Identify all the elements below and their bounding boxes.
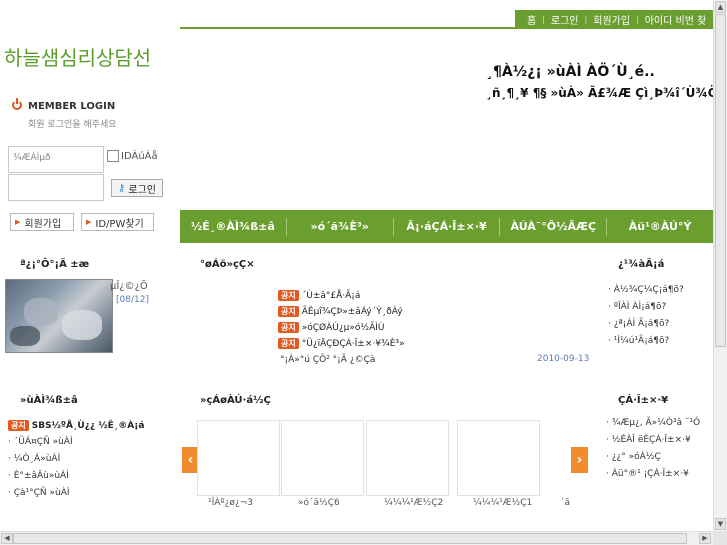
notice-section-title[interactable]: °øÁö»çÇ× [200, 259, 255, 270]
photo-detail [62, 310, 102, 340]
counsel-section-title[interactable]: »ùÀÌ¾ß±â [20, 395, 78, 406]
vertical-scroll-thumb[interactable] [715, 14, 726, 347]
arrow-right-icon: ▶ [15, 218, 21, 226]
top-utility-nav: 홈 | 로그인 | 회원가입 | 아이디 비번 찾 [515, 10, 719, 29]
save-id-checkbox[interactable]: IDÀúÀå [107, 150, 158, 162]
program-section-title[interactable]: ÇÁ·Î±×·¥ [618, 395, 668, 406]
program-item[interactable]: · Àü°®¹ ¡ÇÁ·Î±×·¥ [606, 469, 689, 479]
program-item[interactable]: · ¾Æµ¿, Ã»¼Ò³â ¨¹Ó [606, 418, 700, 428]
scroll-left-icon[interactable]: ◀ [1, 533, 13, 544]
arrow-right-icon: ▶ [86, 218, 92, 226]
member-login-title: MEMBER LOGIN [28, 101, 116, 112]
qna-section-title[interactable]: ¿¹¾àÃ¡á [618, 259, 664, 270]
gallery-label[interactable]: »ó´ã½Ç6 [298, 498, 340, 508]
find-id-pw-label: ID/PW찾기 [95, 218, 144, 230]
join-button[interactable]: ▶ 회원가입 [10, 213, 74, 231]
counsel-title[interactable]: SBS½ºÅ¸Ù¿¿ ½Ê¸®À¡á [32, 421, 145, 431]
find-id-pw-button[interactable]: ▶ ID/PW찾기 [81, 213, 154, 231]
key-icon: ⚷ [118, 182, 126, 194]
gallery-thumbnail[interactable] [457, 420, 540, 496]
notice-badge: 공지 [278, 290, 299, 301]
gallery-next-button[interactable]: › [571, 447, 588, 473]
member-login-subtitle: 회원 로그인을 해주세요 [28, 120, 117, 130]
nav-home-link[interactable]: 홈 [521, 12, 542, 27]
gallery-label[interactable]: ¼¼¼¹Æ½Ç2 [384, 498, 443, 508]
notice-extra-item[interactable]: °¡À»°ú ÇÔ² °¡Ã ¿©Çà [280, 355, 375, 365]
counsel-item[interactable]: · ¼Ò¸Á»ùÀÌ [8, 454, 60, 464]
notice-row[interactable]: 공지 °Ü¿ïÄÇÐÇÁ·Î±×·¥¾È³» [278, 338, 405, 349]
gallery-thumbnail[interactable] [281, 420, 364, 496]
headline-line-2: ¸ñ¸¶¸¥ ¶§ »ùÀ» Ã£¾Æ Çì¸Þ¾î´Ù¾Ö¾Æµµ [486, 86, 727, 100]
nav-login-link[interactable]: 로그인 [545, 12, 585, 27]
notice-badge: 공지 [278, 306, 299, 317]
scrollbar-corner [713, 531, 727, 545]
photo-caption[interactable]: µÎ¿©¿Õ [110, 281, 148, 292]
notice-row[interactable]: 공지 ´Ù±â°£Å·Ã¡á [278, 290, 360, 301]
counsel-row[interactable]: 공지 SBS½ºÅ¸Ù¿¿ ½Ê¸®À¡á [8, 420, 144, 431]
notice-row[interactable]: 공지 »óÇØÀÚ¿µ»ó½ÃÌÙ [278, 322, 385, 333]
nav-find-account-link[interactable]: 아이디 비번 찾 [639, 12, 713, 27]
gallery-label[interactable]: ´ã [560, 498, 570, 508]
horizontal-scrollbar[interactable]: ◀ ▶ [0, 531, 713, 545]
counsel-item[interactable]: · Çà¹°ÇÑ »ùÀÌ [8, 488, 70, 498]
join-button-label: 회원가입 [24, 218, 62, 230]
photo-detail [10, 326, 40, 346]
gallery-label[interactable]: ¹ÎÀº¿ø¿¬3 [208, 498, 253, 508]
site-title[interactable]: 하늘샘심리상담선 [4, 42, 151, 71]
photo-date: [08/12] [116, 295, 149, 305]
login-button-label: 로그인 [128, 184, 156, 196]
notice-date: 2010-09-13 [537, 354, 590, 364]
main-menu-bar: ½É¸®ÀÌ¾ß±â »ó´ã¾È³» Ã¡·áÇÁ·Î±×·¥ ÀÚÀ¯°Ô½… [180, 210, 713, 243]
notice-badge: 공지 [278, 322, 299, 333]
counsel-badge: 공지 [8, 420, 29, 431]
notice-title[interactable]: ´Ù±â°£Å·Ã¡á [302, 291, 361, 301]
horizontal-scroll-thumb[interactable] [13, 533, 687, 544]
power-icon [12, 98, 22, 110]
scroll-right-icon[interactable]: ▶ [699, 533, 711, 544]
nav-join-link[interactable]: 회원가입 [587, 12, 636, 27]
scroll-up-icon[interactable]: ▲ [715, 1, 726, 13]
vertical-scrollbar[interactable]: ▲ ▼ [713, 0, 727, 531]
headline-line-1: ¸¶À½¿¡ »ùÀÌ ÀÖ´Ù¸é.. [486, 64, 655, 80]
menu-item-2[interactable]: »ó´ã¾È³» [287, 220, 393, 233]
photo-section-title[interactable]: ª¿¡°Ô°¡Ã ±æ [20, 259, 89, 270]
notice-title[interactable]: »óÇØÀÚ¿µ»ó½ÃÌÙ [302, 323, 385, 333]
featured-photo[interactable] [5, 279, 113, 353]
id-input[interactable]: ¾ÆÀÌµð [8, 146, 104, 173]
password-input[interactable] [8, 174, 104, 201]
menu-item-5[interactable]: Àü¹®ÀÚ°Ý [607, 220, 713, 233]
qna-item[interactable]: · ¿ª¡ÀÌ Ã¡á¶õ? [608, 319, 669, 329]
menu-item-4[interactable]: ÀÚÀ¯°Ô½ÃÆÇ [500, 220, 606, 233]
program-item[interactable]: · ¿¿° »óÀ½Ç [606, 452, 661, 462]
gallery-thumbnail[interactable] [197, 420, 280, 496]
notice-title[interactable]: °Ü¿ïÄÇÐÇÁ·Î±×·¥¾È³» [302, 339, 405, 349]
counsel-item[interactable]: · ´ÜÁ¤ÇÑ »ùÀÌ [8, 437, 73, 447]
notice-badge: 공지 [278, 338, 299, 349]
scroll-down-icon[interactable]: ▼ [715, 518, 726, 530]
menu-item-1[interactable]: ½É¸®ÀÌ¾ß±â [180, 220, 286, 233]
checkbox-box[interactable] [107, 150, 119, 162]
save-id-label: IDÀúÀå [121, 150, 158, 162]
notice-title[interactable]: ÃÊµî¾ÇÞ»±âÁý´Ý¸ðÁý [302, 307, 403, 317]
gallery-thumbnail[interactable] [366, 420, 449, 496]
gallery-section-title[interactable]: »çÁøÀÚ·á½Ç [200, 395, 271, 406]
menu-item-3[interactable]: Ã¡·áÇÁ·Î±×·¥ [394, 220, 500, 233]
qna-item[interactable]: · ºÎÀÌ ÀÌ¡á¶õ? [608, 302, 666, 312]
counsel-item[interactable]: · È°±âÂù»ùÀÌ [8, 471, 69, 481]
photo-detail [24, 298, 58, 326]
qna-item[interactable]: · ¹Ì¼ú¹Ã¡á¶õ? [608, 336, 669, 346]
login-button[interactable]: ⚷ 로그인 [111, 179, 163, 197]
gallery-label[interactable]: ¼¼¼¹Æ½Ç1 [473, 498, 532, 508]
program-item[interactable]: · ½ÉÀÎ ëÈ­ÇÁ·Î±×·¥ [606, 435, 691, 445]
qna-item[interactable]: · À½¾Ç¼Ç¡á¶õ? [608, 285, 684, 295]
notice-row[interactable]: 공지 ÃÊµî¾ÇÞ»±âÁý´Ý¸ðÁý [278, 306, 403, 317]
